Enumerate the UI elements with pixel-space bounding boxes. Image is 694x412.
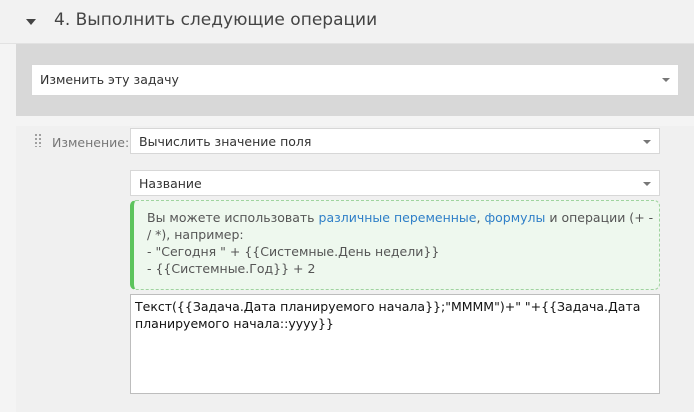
field-select[interactable]: Название xyxy=(130,170,660,196)
hint-example-1: - "Сегодня " + {{Системные.День недели}} xyxy=(147,244,440,259)
chevron-down-icon[interactable] xyxy=(643,140,651,144)
hint-box: Вы можете использовать различные перемен… xyxy=(130,200,660,290)
operation-select-value: Вычислить значение поля xyxy=(139,134,312,149)
formulas-link[interactable]: формулы xyxy=(484,210,545,225)
action-select[interactable]: Изменить эту задачу xyxy=(31,64,679,96)
chevron-down-icon[interactable] xyxy=(643,182,651,186)
section-header[interactable]: 4. Выполнить следующие операции xyxy=(0,0,694,44)
hint-line-1: Вы можете использовать различные перемен… xyxy=(147,209,653,226)
action-panel: Изменить эту задачу xyxy=(16,44,694,116)
collapse-caret-icon[interactable] xyxy=(26,19,36,25)
hint-line-2: / *), например: xyxy=(147,227,244,242)
hint-text: и операции (+ - xyxy=(545,210,654,225)
section-title: 4. Выполнить следующие операции xyxy=(54,10,378,30)
drag-handle-icon[interactable] xyxy=(34,133,41,147)
variables-link[interactable]: различные переменные xyxy=(319,210,477,225)
action-select-value: Изменить эту задачу xyxy=(40,72,179,87)
hint-text: Вы можете использовать xyxy=(147,210,319,225)
chevron-down-icon[interactable] xyxy=(662,78,670,82)
change-label: Изменение: xyxy=(52,135,130,150)
formula-input[interactable]: Текст({{Задача.Дата планируемого начала}… xyxy=(130,294,660,394)
field-select-value: Название xyxy=(139,176,202,191)
hint-example-2: - {{Системные.Год}} + 2 xyxy=(147,261,316,276)
operation-select[interactable]: Вычислить значение поля xyxy=(130,128,660,154)
